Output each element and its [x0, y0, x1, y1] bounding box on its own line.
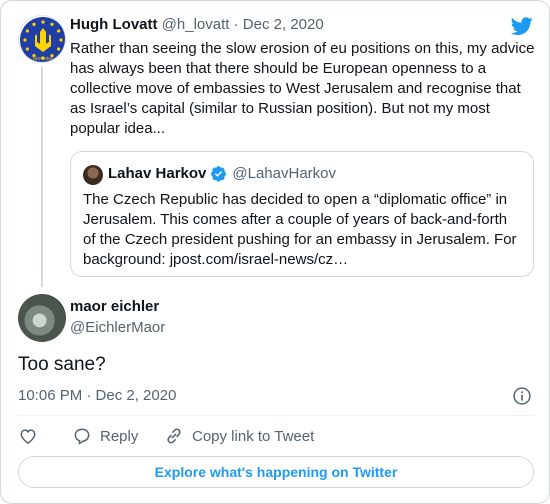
avatar-ribbon-text: UKRAINA: [33, 56, 53, 61]
reply-author-handle[interactable]: @EichlerMaor: [70, 319, 165, 336]
link-icon: [167, 428, 181, 444]
reply-bubble-icon: [74, 428, 90, 445]
heart-icon: [20, 429, 36, 444]
info-icon[interactable]: [512, 386, 532, 406]
author-handle[interactable]: @h_lovatt: [162, 16, 230, 33]
lahav-harkov-avatar: [83, 165, 103, 185]
twitter-bird-icon[interactable]: [510, 15, 534, 37]
tweet-embed-card: UKRAINA Hugh Lovatt @h_lovatt · Dec 2, 2…: [0, 0, 550, 504]
like-button[interactable]: [18, 426, 38, 446]
eu-ukraine-avatar-image: UKRAINA: [20, 17, 65, 62]
maor-eichler-avatar[interactable]: [18, 294, 66, 342]
quoted-author-name: Lahav Harkov: [108, 165, 207, 182]
copy-link-button[interactable]: Copy link to Tweet: [164, 426, 314, 446]
tweet-header: Hugh Lovatt @h_lovatt · Dec 2, 2020: [70, 16, 324, 33]
copy-link-label: Copy link to Tweet: [192, 427, 315, 445]
reply-timestamp[interactable]: 10:06 PM · Dec 2, 2020: [18, 387, 176, 404]
tweet-text: Rather than seeing the slow erosion of e…: [70, 40, 535, 137]
thread-connector-line: [41, 67, 43, 287]
reply-label: Reply: [100, 427, 139, 445]
quoted-tweet-header: Lahav Harkov @LahavHarkov: [108, 165, 336, 182]
quoted-tweet-text: The Czech Republic has decided to open a…: [83, 191, 517, 268]
reply-text: Too sane?: [18, 354, 106, 375]
author-name[interactable]: Hugh Lovatt: [70, 16, 158, 33]
quoted-author-handle: @LahavHarkov: [232, 165, 336, 182]
explore-twitter-button[interactable]: Explore what's happening on Twitter: [18, 456, 534, 488]
actions-divider: [18, 415, 534, 416]
tweet-date[interactable]: Dec 2, 2020: [243, 16, 324, 33]
verified-badge-icon: [211, 166, 227, 182]
reply-author-name[interactable]: maor eichler: [70, 298, 159, 315]
reply-button[interactable]: Reply: [72, 426, 138, 446]
header-separator: ·: [233, 16, 239, 33]
hugh-lovatt-avatar[interactable]: UKRAINA: [18, 15, 66, 63]
quoted-tweet[interactable]: Lahav Harkov @LahavHarkov The Czech Repu…: [70, 151, 534, 277]
